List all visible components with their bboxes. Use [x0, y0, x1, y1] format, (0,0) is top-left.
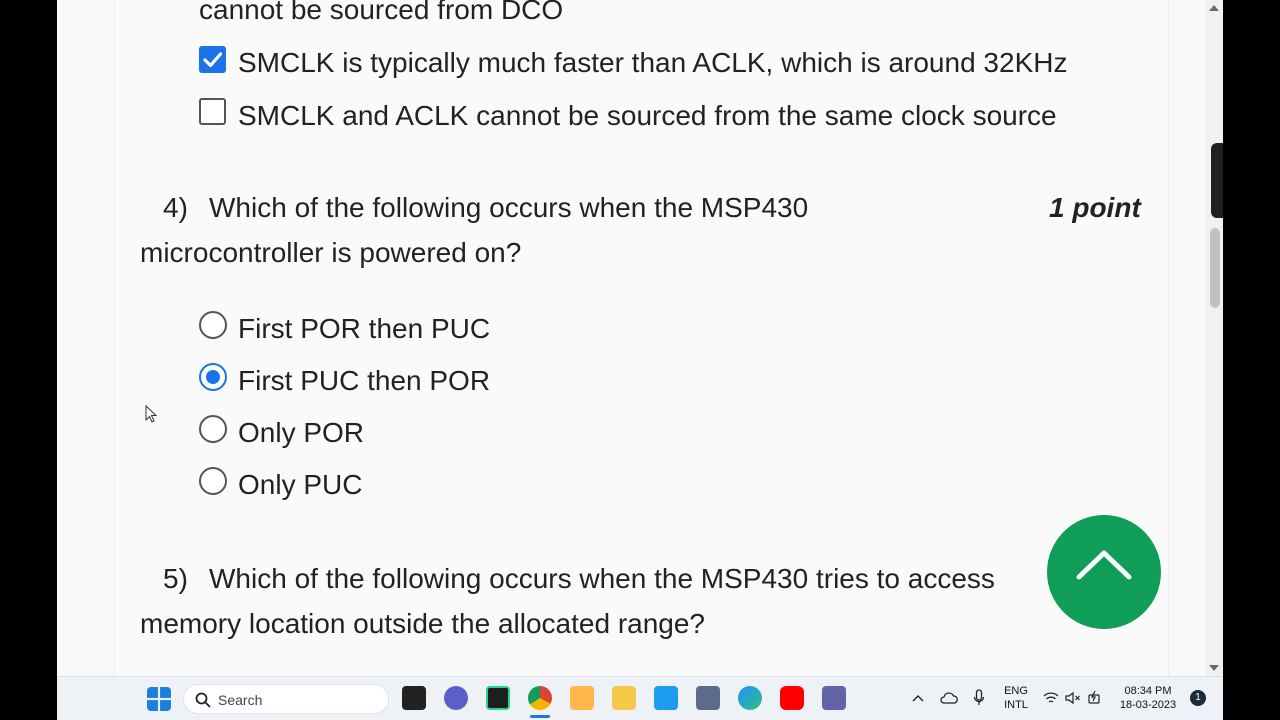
chevron-up-icon [1076, 550, 1132, 580]
question5-text-line2: memory location outside the allocated ra… [140, 608, 706, 639]
option-label[interactable]: Only POR [238, 416, 364, 450]
radio-option-puc-then-por[interactable] [199, 363, 227, 391]
windows-start-icon[interactable] [147, 687, 171, 711]
option-label[interactable]: Only PUC [238, 468, 362, 502]
question4-points: 1 point [1049, 192, 1141, 223]
youtube-icon[interactable] [780, 686, 804, 710]
radio-option-only-por[interactable] [199, 415, 227, 443]
teams-icon[interactable] [822, 686, 846, 710]
scroll-down-arrow-icon[interactable] [1209, 665, 1219, 671]
media-player-icon[interactable] [570, 686, 594, 710]
option-label[interactable]: SMCLK and ACLK cannot be sourced from th… [238, 99, 1057, 133]
side-panel-handle[interactable] [1211, 143, 1223, 218]
radio-option-only-puc[interactable] [199, 467, 227, 495]
question4-text-line2: microcontroller is powered on? [140, 237, 522, 268]
windows-taskbar: Search ENG INTL 08:34 PM 18-03-2023 1 [57, 676, 1223, 720]
scroll-to-top-button[interactable] [1047, 515, 1161, 629]
folder-icon[interactable] [612, 686, 636, 710]
search-placeholder: Search [218, 692, 263, 708]
question4-number: 4) [163, 192, 188, 223]
chat-icon[interactable] [444, 686, 468, 710]
option-label[interactable]: SMCLK is typically much faster than ACLK… [238, 46, 1067, 80]
question3-fragment: cannot be sourced from DCO [199, 0, 564, 25]
vertical-scrollbar[interactable] [1206, 0, 1223, 676]
cloud-icon[interactable] [940, 691, 958, 705]
question4-text-line1: Which of the following occurs when the M… [209, 192, 809, 223]
checkmark-icon [203, 52, 223, 68]
notification-badge[interactable]: 1 [1190, 690, 1206, 706]
question5-text-line1: Which of the following occurs when the M… [209, 563, 995, 594]
battery-charging-icon[interactable] [1087, 690, 1103, 706]
checkbox-option-same-source[interactable] [199, 98, 226, 125]
taskbar-search-box[interactable]: Search [183, 684, 389, 714]
option-label[interactable]: First PUC then POR [238, 364, 490, 398]
scrollbar-thumb[interactable] [1210, 228, 1220, 308]
question5-number: 5) [163, 563, 188, 594]
microphone-icon[interactable] [973, 689, 985, 707]
option-label[interactable]: First POR then PUC [238, 312, 490, 346]
search-icon [195, 692, 211, 708]
language-code: ENG [1004, 685, 1028, 697]
wifi-icon[interactable] [1043, 691, 1059, 705]
mouse-cursor-icon [145, 405, 158, 423]
radio-option-por-then-puc[interactable] [199, 311, 227, 339]
clock-date: 18-03-2023 [1119, 699, 1177, 711]
clock-time: 08:34 PM [1124, 685, 1172, 697]
file-explorer-dark-icon[interactable] [402, 686, 426, 710]
clock[interactable]: 08:34 PM 18-03-2023 [1112, 684, 1184, 712]
scroll-up-arrow-icon[interactable] [1209, 5, 1219, 11]
keyboard-layout: INTL [1004, 699, 1028, 711]
chrome-icon[interactable] [528, 686, 552, 710]
language-indicator[interactable]: ENG INTL [1001, 684, 1031, 712]
volume-muted-icon[interactable] [1065, 691, 1081, 705]
pycharm-icon[interactable] [486, 686, 510, 710]
checkbox-option-smclk-faster[interactable] [199, 46, 226, 73]
twitter-icon[interactable] [654, 686, 678, 710]
calculator-icon[interactable] [696, 686, 720, 710]
active-app-indicator [530, 715, 550, 718]
edge-icon[interactable] [738, 686, 762, 710]
chevron-up-icon[interactable] [912, 693, 924, 703]
